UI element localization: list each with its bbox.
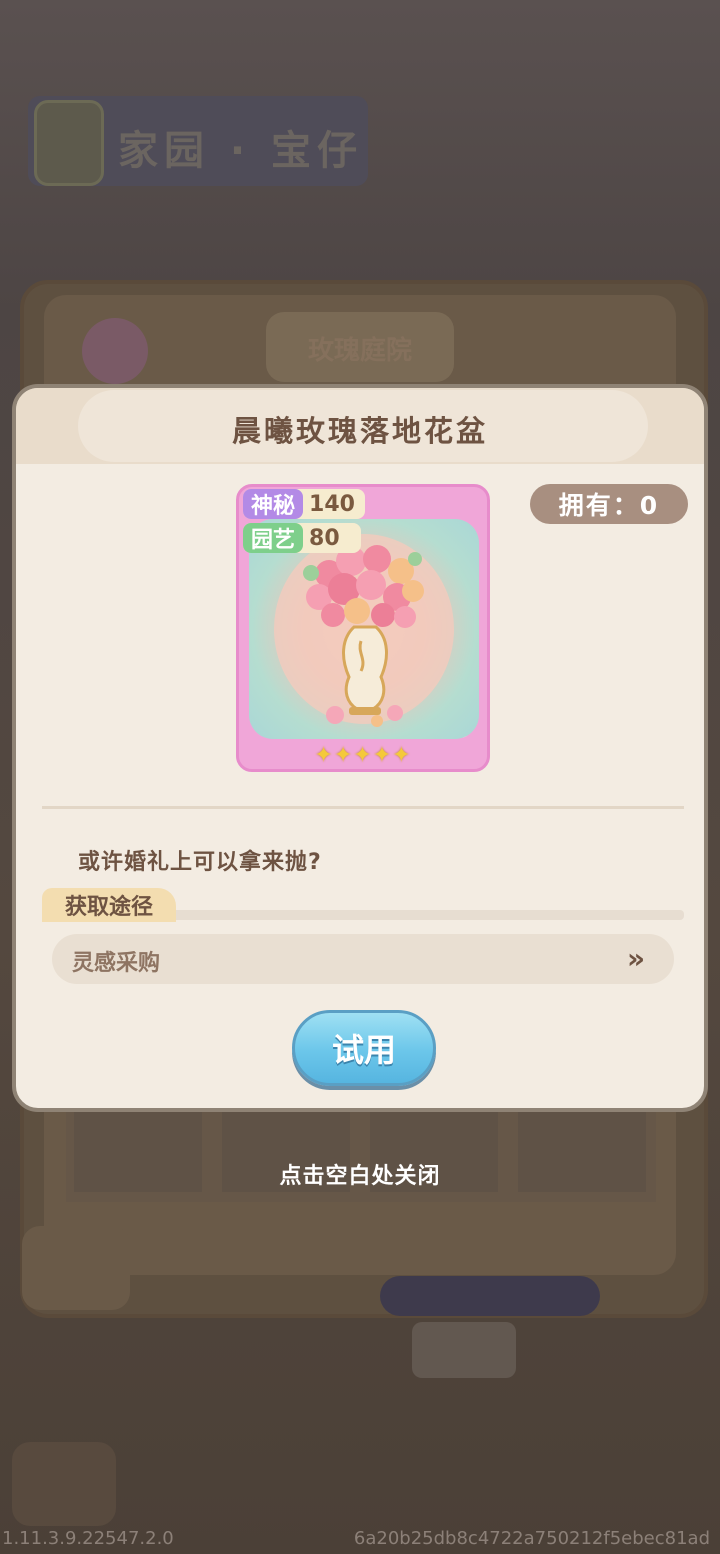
background-tab-label: 玫瑰庭院: [307, 336, 412, 366]
dialog-header: 晨曦玫瑰落地花盆: [16, 388, 704, 464]
stat-garden: 园艺 80: [243, 523, 361, 553]
background-ribbon: [380, 1276, 600, 1316]
stat-mystery-value: 140: [309, 491, 355, 517]
stat-mystery-label: 神秘: [243, 489, 304, 519]
owned-count-badge: 拥有：0: [530, 484, 688, 524]
dialog-title: 晨曦玫瑰落地花盆: [231, 414, 488, 448]
item-description: 或许婚礼上可以拿来抛?: [78, 850, 322, 875]
stat-garden-label: 园艺: [243, 523, 304, 553]
background-bow-icon: [412, 1322, 516, 1378]
star-rating: ✦✦✦✦✦: [314, 743, 412, 768]
build-hash-label: 6a20b25db8c4722a750212f5ebec81ad: [353, 1528, 710, 1549]
source-header: 获取途径: [42, 888, 176, 922]
background-title: 家园 · 宝仔: [118, 128, 364, 174]
item-card: ✓ 神秘 140 园艺 80 ✦✦✦✦✦: [236, 484, 490, 772]
background-collapse-button: [22, 1226, 130, 1310]
background-home-icon: [34, 100, 104, 186]
version-label: 1.11.3.9.22547.2.0: [2, 1528, 174, 1549]
background-heart-icon: [82, 318, 148, 384]
stat-garden-value: 80: [309, 525, 340, 551]
stat-mystery: 神秘 140: [243, 489, 365, 519]
close-hint[interactable]: 点击空白处关闭: [0, 1158, 720, 1190]
background-collapse-button-2: [12, 1442, 116, 1526]
try-button[interactable]: 试用: [292, 1010, 436, 1086]
double-chevron-right-icon[interactable]: »: [616, 939, 656, 979]
source-item-label[interactable]: 灵感采购: [72, 945, 160, 977]
divider: [42, 806, 684, 809]
item-detail-dialog: 晨曦玫瑰落地花盆 神秘 140 园艺 80 ✦✦✦✦✦ 拥有：0 或许婚礼上可以…: [12, 384, 708, 1112]
